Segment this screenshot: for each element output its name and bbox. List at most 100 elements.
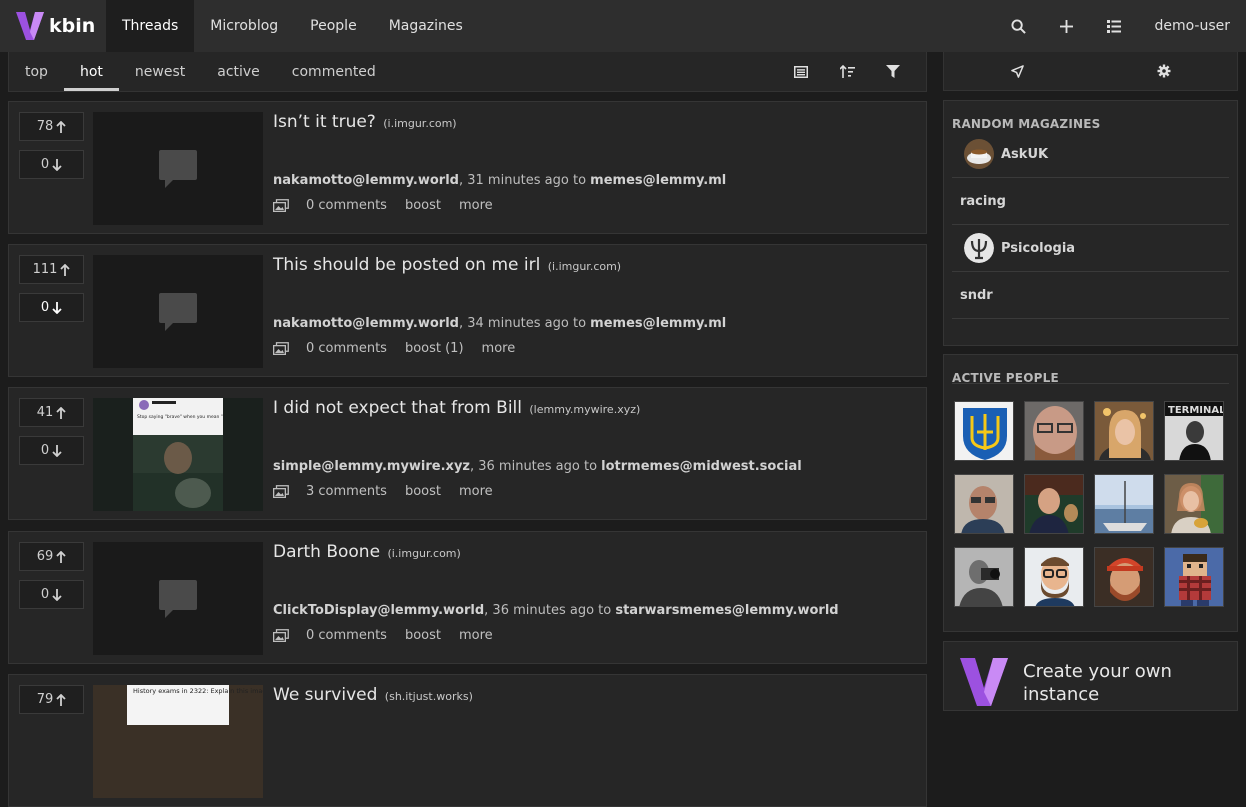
create-instance-text[interactable]: Create your own instance — [1023, 660, 1223, 706]
filter-icon[interactable] — [870, 52, 916, 91]
entry-thumbnail[interactable]: History exams in 2322: Explain this imag… — [93, 685, 263, 798]
sort-tab-newest[interactable]: newest — [119, 52, 201, 91]
sort-tab-commented[interactable]: commented — [276, 52, 392, 91]
more-button[interactable]: more — [459, 628, 493, 643]
list-icon[interactable] — [1090, 0, 1138, 52]
boost-button[interactable]: boost — [405, 198, 441, 213]
comments-link[interactable]: 0 comments — [306, 628, 387, 643]
entry-title-text[interactable]: We survived — [273, 685, 377, 705]
entry-domain[interactable]: (lemmy.mywire.xyz) — [529, 403, 640, 416]
magazine-name[interactable]: Psicologia — [1001, 241, 1075, 256]
avatar[interactable] — [954, 547, 1014, 607]
images-icon[interactable] — [273, 342, 289, 355]
downvote-button[interactable]: 0 — [19, 293, 84, 322]
entry-title[interactable]: I did not expect that from Bill (lemmy.m… — [273, 398, 640, 418]
magazine-name[interactable]: AskUK — [1001, 147, 1048, 162]
plus-icon[interactable] — [1042, 0, 1090, 52]
user-menu[interactable]: demo-user — [1138, 18, 1246, 34]
entry-title[interactable]: Darth Boone (i.imgur.com) — [273, 542, 461, 562]
entry-author[interactable]: simple@lemmy.mywire.xyz — [273, 459, 470, 474]
avatar[interactable] — [1164, 474, 1224, 534]
entry-magazine[interactable]: lotrmemes@midwest.social — [601, 459, 802, 474]
entry-magazine[interactable]: memes@lemmy.ml — [590, 316, 726, 331]
entry-title-text[interactable]: Isn’t it true? — [273, 112, 376, 132]
entry-magazine[interactable]: memes@lemmy.ml — [590, 173, 726, 188]
upvote-button[interactable]: 41 — [19, 398, 84, 427]
avatar[interactable] — [954, 401, 1014, 461]
downvote-button[interactable]: 0 — [19, 580, 84, 609]
entry-author[interactable]: nakamotto@lemmy.world — [273, 173, 459, 188]
images-icon[interactable] — [273, 485, 289, 498]
more-button[interactable]: more — [459, 484, 493, 499]
entry-domain[interactable]: (i.imgur.com) — [387, 547, 460, 560]
entry-thumbnail[interactable]: Stop saying "brave" when you mean "racis… — [93, 398, 263, 511]
comments-link[interactable]: 0 comments — [306, 341, 387, 356]
boost-button[interactable]: boost — [405, 628, 441, 643]
sort-tab-active[interactable]: active — [201, 52, 276, 91]
avatar[interactable] — [1094, 401, 1154, 461]
avatar[interactable]: TERMINAL — [1164, 401, 1224, 461]
entry-card: 79 History exams in 2322: Explain this i… — [8, 674, 927, 807]
entry-title[interactable]: We survived (sh.itjust.works) — [273, 685, 473, 705]
upvote-button[interactable]: 69 — [19, 542, 84, 571]
avatar[interactable] — [954, 474, 1014, 534]
logo[interactable]: kbin — [0, 0, 106, 52]
magazine-name[interactable]: sndr — [960, 288, 993, 303]
entry-actions: 0 comments boost more — [273, 628, 493, 643]
sort-icon[interactable] — [824, 52, 870, 91]
magazine-name[interactable]: racing — [960, 194, 1006, 209]
images-icon[interactable] — [273, 199, 289, 212]
magazine-item[interactable]: AskUK — [952, 131, 1229, 178]
downvote-count: 0 — [40, 443, 50, 458]
entry-domain[interactable]: (i.imgur.com) — [383, 117, 456, 130]
entry-title-text[interactable]: Darth Boone — [273, 542, 380, 562]
avatar[interactable] — [1024, 547, 1084, 607]
entry-domain[interactable]: (i.imgur.com) — [548, 260, 621, 273]
entry-time: , 36 minutes ago to — [484, 603, 616, 618]
gear-icon[interactable] — [1091, 52, 1238, 90]
send-icon[interactable] — [944, 52, 1091, 90]
magazine-item[interactable]: Psicologia — [952, 225, 1229, 272]
entry-title[interactable]: Isn’t it true? (i.imgur.com) — [273, 112, 457, 132]
entry-magazine[interactable]: starwarsmemes@lemmy.world — [615, 603, 838, 618]
magazine-item[interactable]: sndr — [952, 272, 1229, 319]
more-button[interactable]: more — [459, 198, 493, 213]
entry-domain[interactable]: (sh.itjust.works) — [385, 690, 473, 703]
create-instance-panel[interactable]: Create your own instance — [943, 641, 1238, 711]
boost-button[interactable]: boost (1) — [405, 341, 464, 356]
upvote-button[interactable]: 78 — [19, 112, 84, 141]
entry-thumbnail[interactable] — [93, 255, 263, 368]
sort-tab-top[interactable]: top — [9, 52, 64, 91]
downvote-button[interactable]: 0 — [19, 436, 84, 465]
magazine-item[interactable]: racing — [952, 178, 1229, 225]
tab-threads[interactable]: Threads — [106, 0, 195, 52]
upvote-count: 78 — [36, 119, 54, 134]
upvote-button[interactable]: 111 — [19, 255, 84, 284]
sort-tab-hot[interactable]: hot — [63, 52, 119, 91]
entry-author[interactable]: nakamotto@lemmy.world — [273, 316, 459, 331]
avatar[interactable] — [1164, 547, 1224, 607]
magazine-avatar — [964, 139, 994, 169]
avatar[interactable] — [1024, 401, 1084, 461]
tab-microblog[interactable]: Microblog — [194, 0, 294, 52]
entry-title[interactable]: This should be posted on me irl (i.imgur… — [273, 255, 621, 275]
more-button[interactable]: more — [482, 341, 516, 356]
sidebar-toolbar — [943, 52, 1238, 91]
entry-author[interactable]: ClickToDisplay@lemmy.world — [273, 603, 484, 618]
entry-thumbnail[interactable] — [93, 112, 263, 225]
comments-link[interactable]: 3 comments — [306, 484, 387, 499]
avatar[interactable] — [1094, 474, 1154, 534]
entry-title-text[interactable]: This should be posted on me irl — [273, 255, 540, 275]
avatar[interactable] — [1024, 474, 1084, 534]
downvote-button[interactable]: 0 — [19, 150, 84, 179]
search-icon[interactable] — [994, 0, 1042, 52]
tab-magazines[interactable]: Magazines — [373, 0, 479, 52]
view-icon[interactable] — [778, 52, 824, 91]
images-icon[interactable] — [273, 629, 289, 642]
entry-thumbnail[interactable] — [93, 542, 263, 655]
tab-people[interactable]: People — [294, 0, 373, 52]
comments-link[interactable]: 0 comments — [306, 198, 387, 213]
boost-button[interactable]: boost — [405, 484, 441, 499]
entry-title-text[interactable]: I did not expect that from Bill — [273, 398, 522, 418]
avatar[interactable] — [1094, 547, 1154, 607]
